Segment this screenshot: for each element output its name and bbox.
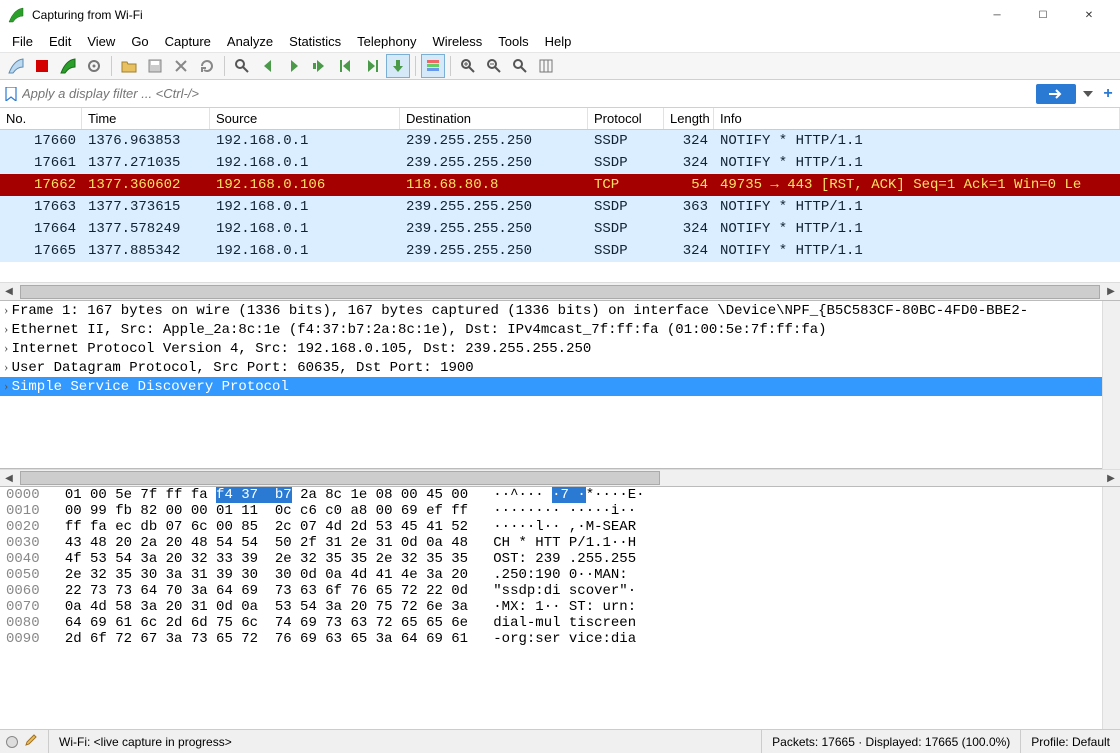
hex-vscrollbar[interactable]	[1102, 487, 1120, 729]
packet-row[interactable]: 176651377.885342192.168.0.1239.255.255.2…	[0, 240, 1120, 262]
packet-list-pane: No. Time Source Destination Protocol Len…	[0, 108, 1120, 301]
restart-capture-icon[interactable]	[56, 54, 80, 78]
menu-go[interactable]: Go	[123, 32, 156, 51]
scroll-left-icon[interactable]: ◀	[0, 283, 18, 301]
scroll-right-icon[interactable]: ▶	[1102, 469, 1120, 487]
menu-edit[interactable]: Edit	[41, 32, 79, 51]
detail-frame[interactable]: Frame 1: 167 bytes on wire (1336 bits), …	[0, 301, 1102, 320]
menu-help[interactable]: Help	[537, 32, 580, 51]
detail-ssdp[interactable]: Simple Service Discovery Protocol	[0, 377, 1102, 396]
packet-row[interactable]: 176621377.360602192.168.0.106118.68.80.8…	[0, 174, 1120, 196]
scroll-left-icon[interactable]: ◀	[0, 469, 18, 487]
close-button[interactable]: ✕	[1066, 0, 1112, 30]
hex-row[interactable]: 0070 0a 4d 58 3a 20 31 0d 0a 53 54 3a 20…	[0, 599, 1102, 615]
main-toolbar	[0, 52, 1120, 80]
resize-columns-icon[interactable]	[534, 54, 558, 78]
hex-row[interactable]: 0020 ff fa ec db 07 6c 00 85 2c 07 4d 2d…	[0, 519, 1102, 535]
col-header-info[interactable]: Info	[714, 108, 1120, 129]
go-last-icon[interactable]	[360, 54, 384, 78]
menu-wireless[interactable]: Wireless	[424, 32, 490, 51]
find-packet-icon[interactable]	[230, 54, 254, 78]
menu-view[interactable]: View	[79, 32, 123, 51]
menu-tools[interactable]: Tools	[490, 32, 536, 51]
menu-bar: File Edit View Go Capture Analyze Statis…	[0, 30, 1120, 52]
minimize-button[interactable]: ─	[974, 0, 1020, 30]
hex-row[interactable]: 0040 4f 53 54 3a 20 32 33 39 2e 32 35 35…	[0, 551, 1102, 567]
hex-row[interactable]: 0080 64 69 61 6c 2d 6d 75 6c 74 69 73 63…	[0, 615, 1102, 631]
display-filter-input[interactable]	[22, 84, 1032, 103]
maximize-button[interactable]: ☐	[1020, 0, 1066, 30]
detail-ethernet[interactable]: Ethernet II, Src: Apple_2a:8c:1e (f4:37:…	[0, 320, 1102, 339]
reload-icon[interactable]	[195, 54, 219, 78]
hex-row[interactable]: 0090 2d 6f 72 67 3a 73 65 72 76 69 63 65…	[0, 631, 1102, 647]
col-header-length[interactable]: Length	[664, 108, 714, 129]
status-packet-counts: Packets: 17665 · Displayed: 17665 (100.0…	[761, 730, 1020, 753]
hex-row[interactable]: 0050 2e 32 35 30 3a 31 39 30 30 0d 0a 4d…	[0, 567, 1102, 583]
go-first-icon[interactable]	[334, 54, 358, 78]
close-file-icon[interactable]	[169, 54, 193, 78]
display-filter-bar: +	[0, 80, 1120, 108]
go-back-icon[interactable]	[256, 54, 280, 78]
packet-details-pane[interactable]: Frame 1: 167 bytes on wire (1336 bits), …	[0, 301, 1102, 469]
menu-capture[interactable]: Capture	[157, 32, 219, 51]
go-forward-icon[interactable]	[282, 54, 306, 78]
expert-info-icon[interactable]	[6, 736, 18, 748]
packet-row[interactable]: 176641377.578249192.168.0.1239.255.255.2…	[0, 218, 1120, 240]
details-hscrollbar[interactable]: ◀ ▶	[0, 469, 1120, 487]
zoom-in-icon[interactable]	[456, 54, 480, 78]
packet-list-header: No. Time Source Destination Protocol Len…	[0, 108, 1120, 130]
bookmark-icon[interactable]	[4, 85, 18, 103]
details-vscrollbar[interactable]	[1102, 301, 1120, 469]
zoom-reset-icon[interactable]	[508, 54, 532, 78]
packet-row[interactable]: 176611377.271035192.168.0.1239.255.255.2…	[0, 152, 1120, 174]
col-header-source[interactable]: Source	[210, 108, 400, 129]
col-header-time[interactable]: Time	[82, 108, 210, 129]
hex-row[interactable]: 0060 22 73 73 64 70 3a 64 69 73 63 6f 76…	[0, 583, 1102, 599]
hex-row[interactable]: 0010 00 99 fb 82 00 00 01 11 0c c6 c0 a8…	[0, 503, 1102, 519]
go-to-packet-icon[interactable]	[308, 54, 332, 78]
zoom-out-icon[interactable]	[482, 54, 506, 78]
stop-capture-icon[interactable]	[30, 54, 54, 78]
menu-statistics[interactable]: Statistics	[281, 32, 349, 51]
hex-row[interactable]: 0030 43 48 20 2a 20 48 54 54 50 2f 31 2e…	[0, 535, 1102, 551]
status-profile[interactable]: Profile: Default	[1020, 730, 1120, 753]
capture-options-icon[interactable]	[82, 54, 106, 78]
detail-udp[interactable]: User Datagram Protocol, Src Port: 60635,…	[0, 358, 1102, 377]
col-header-protocol[interactable]: Protocol	[588, 108, 664, 129]
edit-capture-comment-icon[interactable]	[24, 733, 38, 750]
menu-file[interactable]: File	[4, 32, 41, 51]
menu-analyze[interactable]: Analyze	[219, 32, 281, 51]
wireshark-icon	[8, 7, 24, 23]
col-header-no[interactable]: No.	[0, 108, 82, 129]
packet-row[interactable]: 176631377.373615192.168.0.1239.255.255.2…	[0, 196, 1120, 218]
open-file-icon[interactable]	[117, 54, 141, 78]
status-interface: Wi-Fi: <live capture in progress>	[48, 730, 761, 753]
colorize-icon[interactable]	[421, 54, 445, 78]
auto-scroll-icon[interactable]	[386, 54, 410, 78]
packet-list-hscrollbar[interactable]: ◀ ▶	[0, 282, 1120, 300]
save-file-icon[interactable]	[143, 54, 167, 78]
col-header-destination[interactable]: Destination	[400, 108, 588, 129]
packet-row[interactable]: 176601376.963853192.168.0.1239.255.255.2…	[0, 130, 1120, 152]
title-bar: Capturing from Wi-Fi ─ ☐ ✕	[0, 0, 1120, 30]
apply-filter-button[interactable]	[1036, 84, 1076, 104]
filter-add-icon[interactable]: +	[1100, 84, 1116, 104]
detail-ip[interactable]: Internet Protocol Version 4, Src: 192.16…	[0, 339, 1102, 358]
filter-history-icon[interactable]	[1080, 84, 1096, 104]
hex-row[interactable]: 0000 01 00 5e 7f ff fa f4 37 b7 2a 8c 1e…	[0, 487, 1102, 503]
window-title: Capturing from Wi-Fi	[32, 8, 974, 22]
status-bar: Wi-Fi: <live capture in progress> Packet…	[0, 729, 1120, 753]
packet-bytes-pane[interactable]: 0000 01 00 5e 7f ff fa f4 37 b7 2a 8c 1e…	[0, 487, 1102, 729]
scroll-right-icon[interactable]: ▶	[1102, 283, 1120, 301]
start-capture-icon[interactable]	[4, 54, 28, 78]
menu-telephony[interactable]: Telephony	[349, 32, 424, 51]
